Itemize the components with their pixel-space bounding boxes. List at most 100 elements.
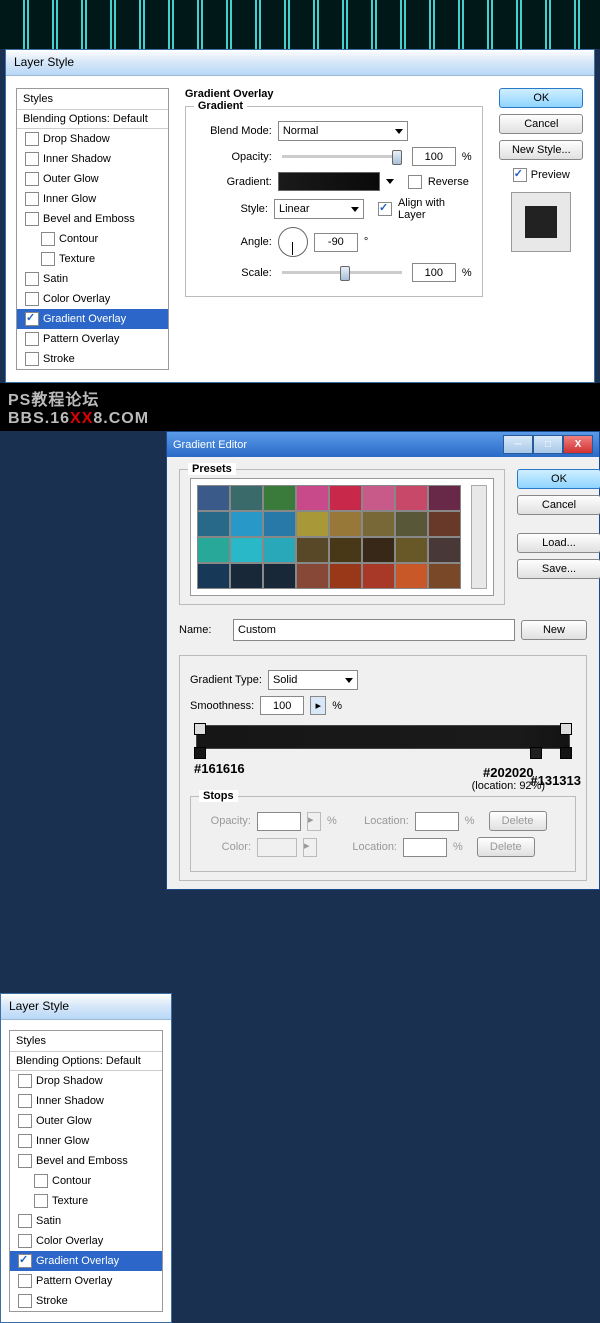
- smoothness-flyout[interactable]: ▸: [310, 696, 326, 715]
- checkbox[interactable]: [25, 172, 39, 186]
- blending-default[interactable]: Blending Options: Default: [17, 110, 168, 129]
- preset-swatch[interactable]: [362, 537, 395, 563]
- checkbox[interactable]: [25, 292, 39, 306]
- style-inner-shadow[interactable]: Inner Shadow: [17, 149, 168, 169]
- cancel-button[interactable]: Cancel: [499, 114, 583, 134]
- preset-swatch[interactable]: [395, 485, 428, 511]
- delete-color-button[interactable]: Delete: [477, 837, 535, 857]
- scrollbar[interactable]: [471, 485, 487, 589]
- preset-swatch-grid[interactable]: [197, 485, 461, 589]
- preset-swatch[interactable]: [329, 485, 362, 511]
- preset-swatch[interactable]: [329, 537, 362, 563]
- preset-swatch[interactable]: [263, 485, 296, 511]
- style-drop-shadow[interactable]: Drop Shadow: [17, 129, 168, 149]
- style-outer-glow[interactable]: Outer Glow: [17, 169, 168, 189]
- style-inner-glow[interactable]: Inner Glow: [17, 189, 168, 209]
- preset-swatch[interactable]: [428, 563, 461, 589]
- scale-input[interactable]: [412, 263, 456, 282]
- preset-swatch[interactable]: [296, 563, 329, 589]
- color-stop-2[interactable]: [530, 747, 542, 759]
- preset-swatch[interactable]: [263, 563, 296, 589]
- checkbox[interactable]: [25, 132, 39, 146]
- preset-swatch[interactable]: [230, 537, 263, 563]
- gradient-swatch[interactable]: [278, 172, 380, 191]
- opacity-label: Opacity:: [196, 151, 272, 163]
- preset-swatch[interactable]: [329, 511, 362, 537]
- ge-save-button[interactable]: Save...: [517, 559, 600, 579]
- opacity-input[interactable]: [412, 147, 456, 166]
- opacity-slider[interactable]: [282, 155, 402, 158]
- preset-swatch[interactable]: [395, 511, 428, 537]
- preset-swatch[interactable]: [230, 485, 263, 511]
- checkbox[interactable]: [25, 152, 39, 166]
- preset-swatch[interactable]: [197, 485, 230, 511]
- name-input[interactable]: [233, 619, 515, 641]
- checkbox[interactable]: [25, 332, 39, 346]
- ge-ok-button[interactable]: OK: [517, 469, 600, 489]
- new-style-button[interactable]: New Style...: [499, 140, 583, 160]
- annotation-color1: #161616: [194, 761, 245, 776]
- watermark: PS教程论坛 BBS.16XX8.COM: [0, 383, 600, 431]
- reverse-checkbox[interactable]: [408, 175, 422, 189]
- ok-button[interactable]: OK: [499, 88, 583, 108]
- preset-swatch[interactable]: [395, 537, 428, 563]
- preset-swatch[interactable]: [296, 485, 329, 511]
- opacity-stop[interactable]: [560, 723, 572, 735]
- preset-swatch[interactable]: [263, 537, 296, 563]
- preset-swatch[interactable]: [428, 537, 461, 563]
- scale-slider[interactable]: [282, 271, 402, 274]
- style-contour[interactable]: Contour: [17, 229, 168, 249]
- minimize-button[interactable]: ─: [503, 435, 533, 454]
- style-color-overlay[interactable]: Color Overlay: [17, 289, 168, 309]
- preset-swatch[interactable]: [296, 511, 329, 537]
- checkbox[interactable]: [25, 352, 39, 366]
- angle-wheel[interactable]: [278, 227, 308, 257]
- style-dropdown[interactable]: Linear: [274, 199, 364, 219]
- angle-input[interactable]: [314, 233, 358, 252]
- checkbox[interactable]: [25, 272, 39, 286]
- gradient-type-dropdown[interactable]: Solid: [268, 670, 358, 690]
- ge-cancel-button[interactable]: Cancel: [517, 495, 600, 515]
- blend-mode-dropdown[interactable]: Normal: [278, 121, 408, 141]
- style-satin[interactable]: Satin: [17, 269, 168, 289]
- ge-title: Gradient Editor: [173, 439, 247, 451]
- preset-swatch[interactable]: [263, 511, 296, 537]
- preset-swatch[interactable]: [197, 563, 230, 589]
- style-pattern-overlay[interactable]: Pattern Overlay: [17, 329, 168, 349]
- color-stop-1[interactable]: [194, 747, 206, 759]
- preset-swatch[interactable]: [230, 563, 263, 589]
- style-gradient-overlay[interactable]: Gradient Overlay: [17, 309, 168, 329]
- new-button[interactable]: New: [521, 620, 587, 640]
- preset-swatch[interactable]: [362, 511, 395, 537]
- preset-swatch[interactable]: [329, 563, 362, 589]
- align-checkbox[interactable]: [378, 202, 392, 216]
- style-texture[interactable]: Texture: [17, 249, 168, 269]
- ge-load-button[interactable]: Load...: [517, 533, 600, 553]
- opacity-stop[interactable]: [194, 723, 206, 735]
- checkbox[interactable]: [25, 212, 39, 226]
- preset-swatch[interactable]: [428, 511, 461, 537]
- preset-swatch[interactable]: [197, 511, 230, 537]
- smoothness-input[interactable]: [260, 696, 304, 715]
- preset-swatch[interactable]: [362, 485, 395, 511]
- maximize-button[interactable]: □: [533, 435, 563, 454]
- close-button[interactable]: X: [563, 435, 593, 454]
- color-stop-3[interactable]: [560, 747, 572, 759]
- preset-swatch[interactable]: [296, 537, 329, 563]
- style-stroke[interactable]: Stroke: [17, 349, 168, 369]
- checkbox[interactable]: [25, 312, 39, 326]
- checkbox[interactable]: [41, 232, 55, 246]
- style-bevel-emboss[interactable]: Bevel and Emboss: [17, 209, 168, 229]
- preset-swatch[interactable]: [428, 485, 461, 511]
- layer-style-dialog-2: Layer Style Styles Blending Options: Def…: [0, 993, 172, 1323]
- checkbox[interactable]: [41, 252, 55, 266]
- checkbox[interactable]: [25, 192, 39, 206]
- preset-swatch[interactable]: [395, 563, 428, 589]
- preset-swatch[interactable]: [362, 563, 395, 589]
- preset-swatch[interactable]: [230, 511, 263, 537]
- chevron-down-icon[interactable]: [386, 179, 394, 184]
- preview-checkbox[interactable]: [513, 168, 527, 182]
- preset-swatch[interactable]: [197, 537, 230, 563]
- gradient-bar[interactable]: [196, 725, 570, 749]
- styles-header[interactable]: Styles: [17, 89, 168, 110]
